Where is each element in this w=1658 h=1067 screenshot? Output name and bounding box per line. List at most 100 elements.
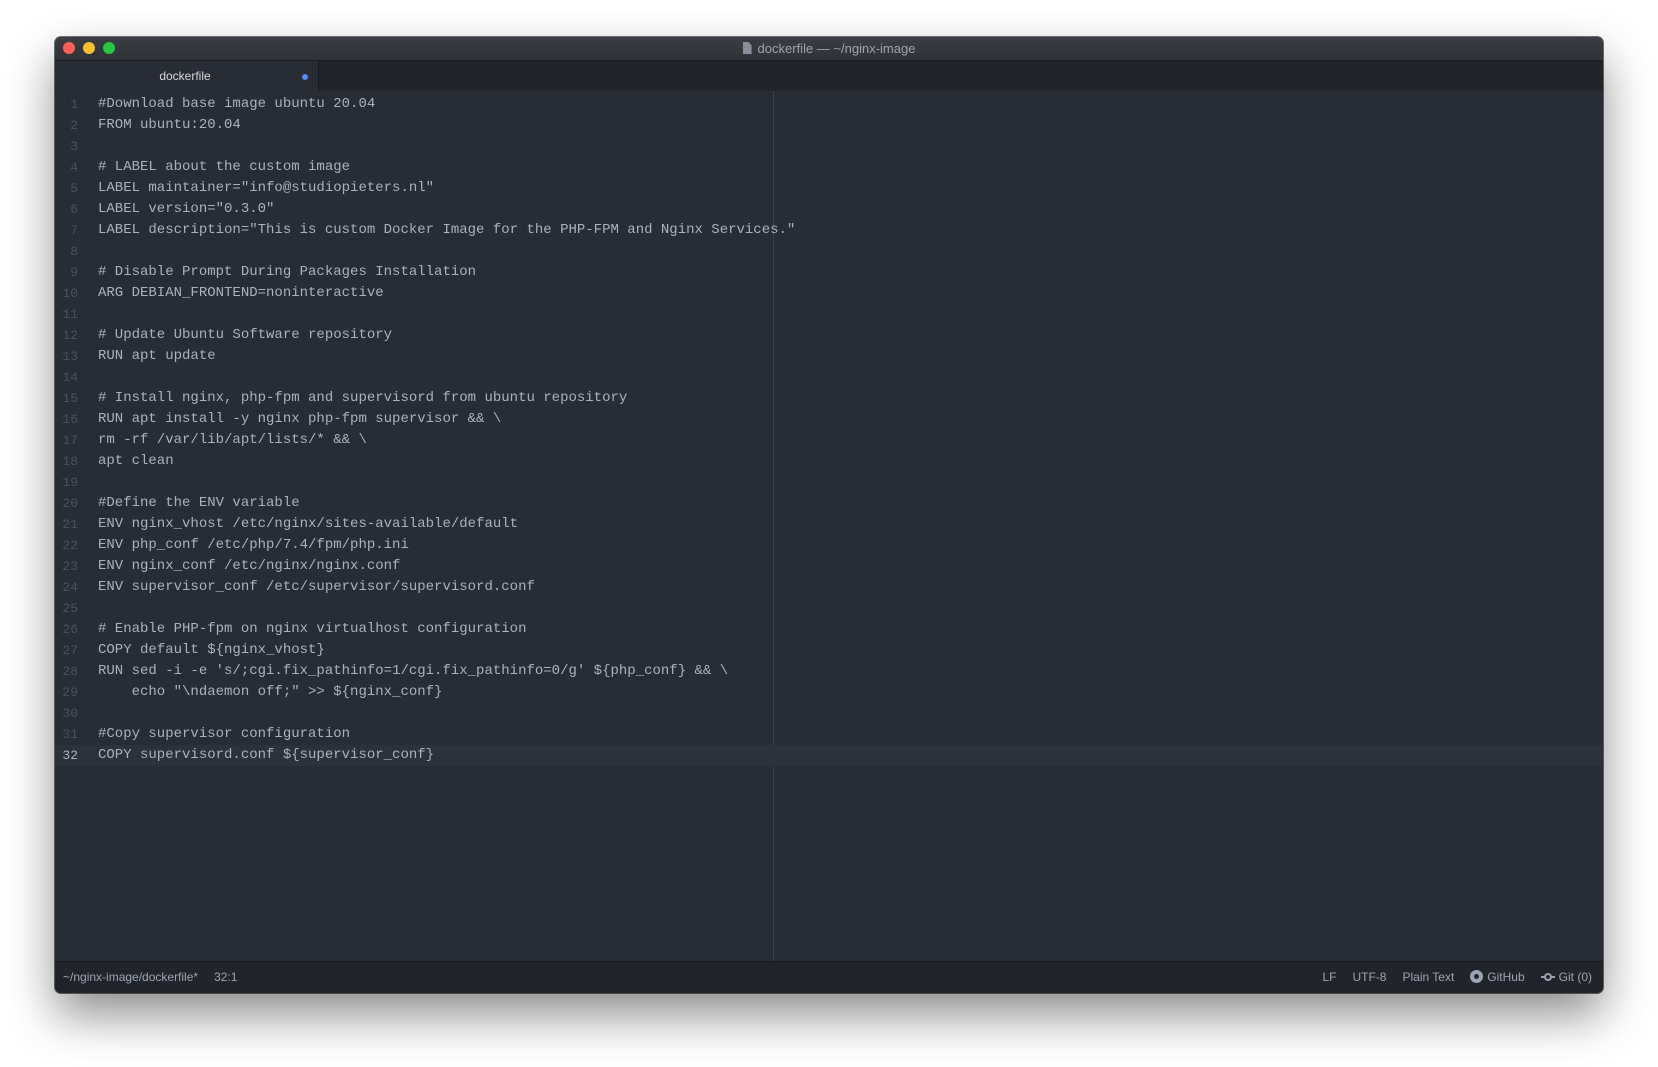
line-number: 23 bbox=[62, 559, 78, 574]
code-line[interactable]: 21 ENV nginx_vhost /etc/nginx/sites-avail… bbox=[55, 514, 1603, 535]
status-git-label: Git (0) bbox=[1558, 970, 1592, 984]
code-line[interactable]: 19 bbox=[55, 472, 1603, 493]
line-number: 20 bbox=[62, 496, 78, 511]
line-number: 25 bbox=[62, 601, 78, 616]
code-line[interactable]: 10 ARG DEBIAN_FRONTEND=noninteractive bbox=[55, 283, 1603, 304]
status-git[interactable]: Git (0) bbox=[1540, 970, 1592, 984]
line-number: 1 bbox=[70, 97, 78, 112]
line-number: 4 bbox=[70, 160, 78, 175]
line-number: 29 bbox=[62, 685, 78, 700]
code-line[interactable]: 1 #Download base image ubuntu 20.04 bbox=[55, 94, 1603, 115]
code-line[interactable]: 15 # Install nginx, php-fpm and superviso… bbox=[55, 388, 1603, 409]
status-bar: ~/nginx-image/dockerfile* 32:1 LF UTF-8 Pla… bbox=[55, 961, 1603, 993]
code-line[interactable]: 2 FROM ubuntu:20.04 bbox=[55, 115, 1603, 136]
code-line[interactable]: 16 RUN apt install -y nginx php-fpm super… bbox=[55, 409, 1603, 430]
line-number: 7 bbox=[70, 223, 78, 238]
line-number: 16 bbox=[62, 412, 78, 427]
line-number: 2 bbox=[70, 118, 78, 133]
code-line[interactable]: 9 # Disable Prompt During Packages Instal… bbox=[55, 262, 1603, 283]
line-number: 28 bbox=[62, 664, 78, 679]
line-number: 5 bbox=[70, 181, 78, 196]
line-number: 6 bbox=[70, 202, 78, 217]
line-text: RUN apt update bbox=[98, 348, 216, 364]
code-line[interactable]: 14 bbox=[55, 367, 1603, 388]
code-line[interactable]: 22 ENV php_conf /etc/php/7.4/fpm/php.ini bbox=[55, 535, 1603, 556]
tab-dockerfile[interactable]: dockerfile bbox=[55, 61, 319, 91]
line-number: 9 bbox=[70, 265, 78, 280]
title-bar: dockerfile — ~/nginx-image bbox=[55, 37, 1603, 61]
line-number: 31 bbox=[62, 727, 78, 742]
code-line[interactable]: 27 COPY default ${nginx_vhost} bbox=[55, 640, 1603, 661]
line-text: ENV nginx_conf /etc/nginx/nginx.conf bbox=[98, 558, 401, 574]
line-number: 21 bbox=[62, 517, 78, 532]
tab-bar: dockerfile bbox=[55, 61, 1603, 92]
line-text: #Copy supervisor configuration bbox=[98, 726, 351, 742]
code-line[interactable]: 26 # Enable PHP-fpm on nginx virtualhost … bbox=[55, 619, 1603, 640]
status-github-label: GitHub bbox=[1487, 970, 1525, 984]
code-line[interactable]: 18 apt clean bbox=[55, 451, 1603, 472]
code-line[interactable]: 7 LABEL description="This is custom Docke… bbox=[55, 220, 1603, 241]
status-line-ending[interactable]: LF bbox=[1322, 970, 1336, 984]
line-number: 32 bbox=[62, 748, 78, 763]
code-line[interactable]: 13 RUN apt update bbox=[55, 346, 1603, 367]
line-number: 24 bbox=[62, 580, 78, 595]
line-text: echo "\ndaemon off;" >> ${nginx_conf} bbox=[98, 684, 443, 700]
code-line[interactable]: 24 ENV supervisor_conf /etc/supervisor/su… bbox=[55, 577, 1603, 598]
line-text: #Define the ENV variable bbox=[98, 495, 300, 511]
line-text: COPY default ${nginx_vhost} bbox=[98, 642, 325, 658]
window-title-text: dockerfile — ~/nginx-image bbox=[757, 41, 916, 56]
code-line[interactable]: 12 # Update Ubuntu Software repository bbox=[55, 325, 1603, 346]
line-number: 14 bbox=[62, 370, 78, 385]
code-line[interactable]: 6 LABEL version="0.3.0" bbox=[55, 199, 1603, 220]
modified-indicator-icon[interactable] bbox=[302, 74, 308, 80]
line-text: # Update Ubuntu Software repository bbox=[98, 327, 393, 343]
code-line[interactable]: 8 bbox=[55, 241, 1603, 262]
line-number: 30 bbox=[62, 706, 78, 721]
line-text: # LABEL about the custom image bbox=[98, 159, 351, 175]
line-text: COPY supervisord.conf ${supervisor_conf} bbox=[98, 747, 435, 763]
line-text: apt clean bbox=[98, 453, 174, 469]
line-text: # Enable PHP-fpm on nginx virtualhost co… bbox=[98, 621, 527, 637]
line-text: # Install nginx, php-fpm and supervisord… bbox=[98, 390, 628, 406]
line-text: ENV php_conf /etc/php/7.4/fpm/php.ini bbox=[98, 537, 409, 553]
code-line[interactable]: 3 bbox=[55, 136, 1603, 157]
code-line[interactable]: 17 rm -rf /var/lib/apt/lists/* && \ bbox=[55, 430, 1603, 451]
line-text: LABEL description="This is custom Docker… bbox=[98, 222, 796, 238]
line-number: 15 bbox=[62, 391, 78, 406]
line-text: RUN sed -i -e 's/;cgi.fix_pathinfo=1/cgi… bbox=[98, 663, 729, 679]
code-editor[interactable]: 1 #Download base image ubuntu 20.04 2 FROM … bbox=[55, 91, 1603, 962]
code-line[interactable]: 5 LABEL maintainer="info@studiopieters.nl… bbox=[55, 178, 1603, 199]
status-cursor-position[interactable]: 32:1 bbox=[214, 970, 237, 984]
status-github[interactable]: GitHub bbox=[1470, 970, 1525, 984]
line-text: ARG DEBIAN_FRONTEND=noninteractive bbox=[98, 285, 384, 301]
line-text: ENV nginx_vhost /etc/nginx/sites-availab… bbox=[98, 516, 519, 532]
editor-window: dockerfile — ~/nginx-image dockerfile 1 #… bbox=[55, 37, 1603, 993]
code-line[interactable]: 25 bbox=[55, 598, 1603, 619]
line-text: rm -rf /var/lib/apt/lists/* && \ bbox=[98, 432, 367, 448]
code-line[interactable]: 23 ENV nginx_conf /etc/nginx/nginx.conf bbox=[55, 556, 1603, 577]
line-number: 17 bbox=[62, 433, 78, 448]
code-line[interactable]: 30 bbox=[55, 703, 1603, 724]
line-text: #Download base image ubuntu 20.04 bbox=[98, 96, 376, 112]
code-line[interactable]: 29 echo "\ndaemon off;" >> ${nginx_conf} bbox=[55, 682, 1603, 703]
tab-title: dockerfile bbox=[159, 69, 211, 83]
code-line[interactable]: 32 COPY supervisord.conf ${supervisor_con… bbox=[55, 745, 1603, 766]
line-number: 26 bbox=[62, 622, 78, 637]
line-text: ENV supervisor_conf /etc/supervisor/supe… bbox=[98, 579, 535, 595]
line-number: 19 bbox=[62, 475, 78, 490]
line-text: RUN apt install -y nginx php-fpm supervi… bbox=[98, 411, 502, 427]
line-number: 27 bbox=[62, 643, 78, 658]
window-title: dockerfile — ~/nginx-image bbox=[55, 37, 1603, 60]
line-text: FROM ubuntu:20.04 bbox=[98, 117, 241, 133]
status-grammar[interactable]: Plain Text bbox=[1402, 970, 1454, 984]
git-commit-icon bbox=[1540, 973, 1555, 981]
code-line[interactable]: 11 bbox=[55, 304, 1603, 325]
code-line[interactable]: 28 RUN sed -i -e 's/;cgi.fix_pathinfo=1/c… bbox=[55, 661, 1603, 682]
line-text: LABEL version="0.3.0" bbox=[98, 201, 275, 217]
code-line[interactable]: 4 # LABEL about the custom image bbox=[55, 157, 1603, 178]
code-line[interactable]: 20 #Define the ENV variable bbox=[55, 493, 1603, 514]
status-file-path[interactable]: ~/nginx-image/dockerfile* bbox=[63, 970, 198, 984]
github-icon bbox=[1470, 970, 1484, 983]
code-line[interactable]: 31 #Copy supervisor configuration bbox=[55, 724, 1603, 745]
status-encoding[interactable]: UTF-8 bbox=[1352, 970, 1386, 984]
